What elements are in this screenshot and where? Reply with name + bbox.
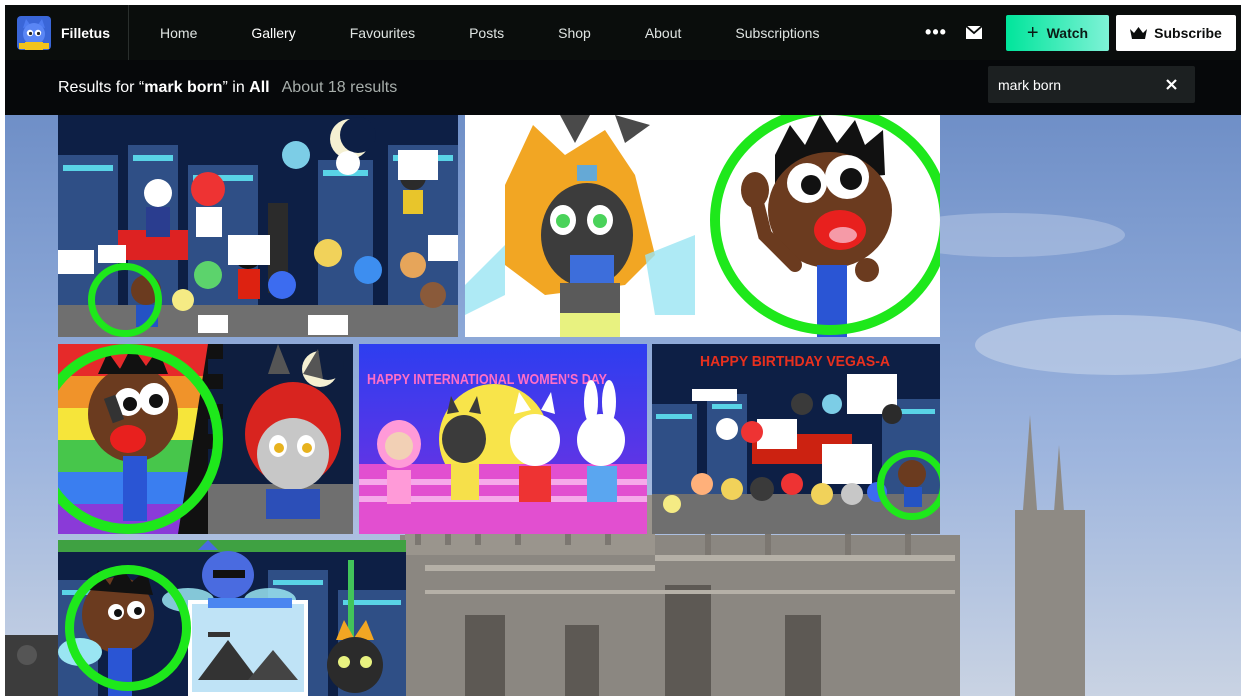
gallery-thumb-birthday-vegas[interactable]: HAPPY BIRTHDAY VEGAS-A [652,344,940,534]
nav-posts[interactable]: Posts [442,5,531,60]
results-heading: Results for “mark born” in All [58,78,270,96]
gallery-backdrop: HAPPY INTERNATIONAL WOMEN'S DAY HAPPY BI… [5,115,1241,696]
gallery-thumb-birthday-party[interactable] [58,115,458,337]
artist-avatar[interactable] [17,15,51,50]
subscribe-button[interactable]: Subscribe [1116,14,1236,51]
artist-brand[interactable]: Filletus [5,5,130,60]
close-icon [1165,79,1177,90]
crown-icon [1130,26,1148,39]
deviantart-page: Filletus Home Gallery Favourites Posts S… [5,5,1241,696]
nav-shop[interactable]: Shop [531,5,618,60]
gallery-thumb-mark-waving[interactable] [465,115,940,337]
gallery-thumb-game-level[interactable] [58,540,406,696]
gallery-thumb-womens-day[interactable]: HAPPY INTERNATIONAL WOMEN'S DAY [359,344,647,534]
clear-search-button[interactable] [1153,66,1189,103]
nav-favourites[interactable]: Favourites [323,5,442,60]
top-nav: Filletus Home Gallery Favourites Posts S… [5,5,1241,60]
search-scope[interactable]: All [249,79,269,96]
subscribe-label: Subscribe [1154,24,1222,41]
results-bar: Results for “mark born” in All About 18 … [5,60,1241,115]
main-nav: Home Gallery Favourites Posts Shop About… [133,5,846,60]
nav-subscriptions[interactable]: Subscriptions [708,5,846,60]
gallery-thumb-rainbow-mark[interactable] [58,344,353,534]
results-count: About 18 results [281,78,398,96]
more-options-button[interactable]: ••• [916,22,956,43]
search-term: mark born [144,78,223,96]
watch-label: Watch [1046,24,1089,41]
nav-gallery[interactable]: Gallery [224,5,322,60]
artist-name[interactable]: Filletus [61,25,110,41]
envelope-icon [966,26,982,39]
plus-icon: + [1026,21,1039,44]
nav-about[interactable]: About [618,5,709,60]
watch-button[interactable]: + Watch [1006,14,1109,51]
nav-actions: ••• + Watch Subscribe [916,5,1241,60]
message-button[interactable] [956,26,992,39]
nav-home[interactable]: Home [133,5,224,60]
search-input[interactable] [988,66,1153,103]
gallery-search [988,66,1195,103]
birthday-vegas-title: HAPPY BIRTHDAY VEGAS-A [700,353,890,370]
womens-day-title: HAPPY INTERNATIONAL WOMEN'S DAY [367,371,607,388]
